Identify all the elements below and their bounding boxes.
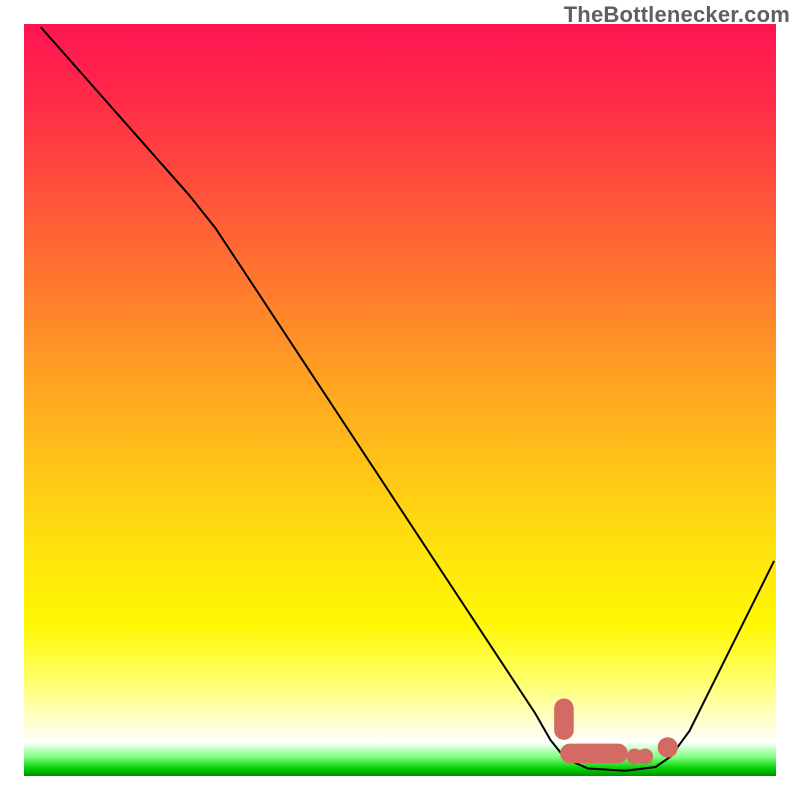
marker xyxy=(658,737,678,757)
chart-container: TheBottlenecker.com xyxy=(0,0,800,800)
marker xyxy=(554,699,574,740)
watermark-text: TheBottlenecker.com xyxy=(564,2,790,28)
marker xyxy=(637,749,653,765)
marker xyxy=(560,744,628,764)
chart-svg xyxy=(0,0,800,800)
